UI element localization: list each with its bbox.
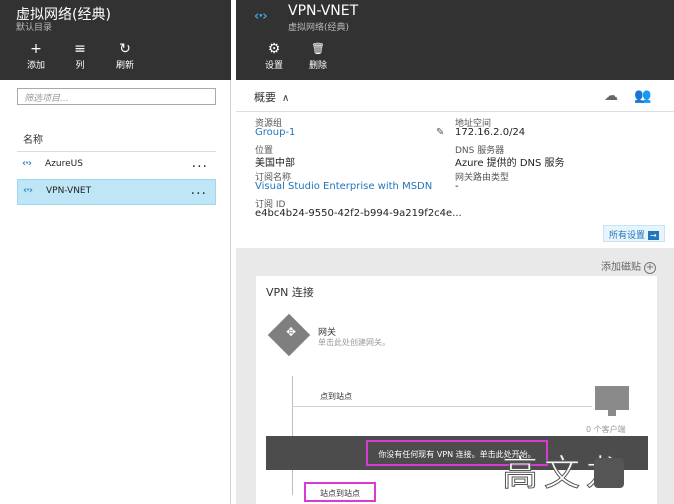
right-blade-title: VPN-VNET xyxy=(288,3,359,19)
point-to-site-label[interactable]: 点到站点 xyxy=(320,391,352,402)
delete-label: 删除 xyxy=(308,61,327,71)
right-blade-header: ‹·› VPN-VNET 虚拟网络(经典) ⚙ 设置 🗑 删除 xyxy=(236,0,674,80)
settings-label: 设置 xyxy=(264,61,283,71)
gateway-type-value: - xyxy=(455,181,459,192)
all-settings-label: 所有设置 xyxy=(609,231,646,241)
client-count: 0 个客户端 xyxy=(586,425,626,434)
dns-server-value: Azure 提供的 DNS 服务 xyxy=(455,158,565,169)
essentials-toggle[interactable]: 概要 ∧ xyxy=(254,89,289,105)
column-header-name[interactable]: 名称 xyxy=(23,131,43,146)
all-settings-button[interactable]: 所有设置 → xyxy=(603,225,665,242)
filter-input[interactable]: 筛选项目... xyxy=(17,88,216,105)
gateway-hint[interactable]: 单击此处创建网关。 xyxy=(318,337,390,348)
watermark-logo-icon xyxy=(594,458,624,488)
resource-group-link[interactable]: Group-1 xyxy=(255,127,295,138)
list-item-label: AzureUS xyxy=(45,159,83,169)
left-blade-subtitle: 默认目录 xyxy=(16,23,53,33)
delete-button[interactable]: 🗑 删除 xyxy=(298,40,338,71)
address-space-value: 172.16.2.0/24 xyxy=(455,127,526,138)
add-label: 添加 xyxy=(26,61,45,71)
more-options-icon[interactable]: ... xyxy=(192,155,208,171)
left-blade-header: 虚拟网络(经典) 默认目录 + 添加 ≡ 列 ↻ 刷新 xyxy=(0,0,231,80)
list-item-vpn-vnet[interactable]: ‹·› VPN-VNET ... xyxy=(17,179,216,205)
refresh-icon: ↻ xyxy=(119,41,131,57)
right-blade-subtitle: 虚拟网络(经典) xyxy=(288,23,350,33)
refresh-button[interactable]: ↻ 刷新 xyxy=(105,40,145,71)
columns-button[interactable]: ≡ 列 xyxy=(60,40,100,71)
cloud-icon[interactable]: ☁ xyxy=(604,88,618,104)
list-item-label: VPN-VNET xyxy=(46,186,92,196)
vpn-tile-title: VPN 连接 xyxy=(266,286,314,299)
essentials-panel: 概要 ∧ ☁ 👥 资源组 Group-1 ✎ 位置 美国中部 订阅名称 Visua… xyxy=(236,84,674,246)
essentials-header: 概要 xyxy=(254,91,276,104)
users-icon[interactable]: 👥 xyxy=(634,88,651,104)
add-tile-button[interactable]: 添加磁贴 + xyxy=(601,258,656,274)
list-item-azureus[interactable]: ‹·› AzureUS ... xyxy=(17,153,216,179)
plus-icon: + xyxy=(30,41,42,57)
arrow-right-icon: → xyxy=(648,231,659,240)
pencil-icon[interactable]: ✎ xyxy=(436,127,444,138)
gateway-arrows-icon: ✥ xyxy=(285,325,297,339)
chevron-up-icon: ∧ xyxy=(282,93,290,104)
subscription-id-value: e4bc4b24-9550-42f2-b994-9a219f2c4e... xyxy=(255,208,462,219)
site-to-site-label[interactable]: 站点到站点 xyxy=(304,482,376,502)
settings-button[interactable]: ⚙ 设置 xyxy=(254,40,294,71)
client-monitor-stand xyxy=(608,410,616,416)
trash-icon: 🗑 xyxy=(311,42,325,55)
watermark: 高文龙 xyxy=(496,444,666,495)
vnet-icon: ‹·› xyxy=(254,9,268,24)
add-button[interactable]: + 添加 xyxy=(16,40,56,71)
refresh-label: 刷新 xyxy=(115,61,134,71)
columns-icon: ≡ xyxy=(74,41,86,57)
add-tile-label: 添加磁贴 xyxy=(601,262,641,273)
more-options-icon[interactable]: ... xyxy=(191,182,207,198)
vnet-icon: ‹·› xyxy=(22,158,32,169)
essentials-divider xyxy=(236,111,674,112)
header-divider xyxy=(17,151,216,152)
gear-icon: ⚙ xyxy=(267,41,281,57)
connector-line-horizontal xyxy=(292,406,592,407)
client-monitor-icon xyxy=(595,386,629,410)
plus-circle-icon: + xyxy=(644,262,656,274)
location-value: 美国中部 xyxy=(255,158,295,169)
left-blade: 虚拟网络(经典) 默认目录 + 添加 ≡ 列 ↻ 刷新 筛选项目... 名称 ‹… xyxy=(0,0,231,504)
subscription-name-link[interactable]: Visual Studio Enterprise with MSDN xyxy=(255,181,432,192)
vnet-icon: ‹·› xyxy=(23,185,33,196)
columns-label: 列 xyxy=(75,61,85,71)
gateway-type-label: 网关路由类型 xyxy=(455,173,510,183)
